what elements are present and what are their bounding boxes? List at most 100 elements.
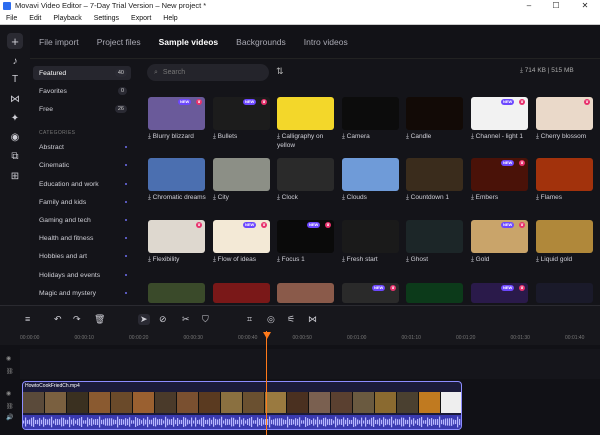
category-item[interactable]: Gaming and tech <box>33 213 131 227</box>
sample-video-thumbnail[interactable] <box>213 283 270 303</box>
text-icon[interactable]: T <box>7 71 23 87</box>
tab-sample-videos[interactable]: Sample videos <box>150 37 228 47</box>
waveform-bar <box>287 416 289 428</box>
category-featured[interactable]: Featured 40 <box>33 66 131 80</box>
waveform-bar <box>371 417 373 427</box>
tab-project-files[interactable]: Project files <box>88 37 150 47</box>
waveform-bar <box>351 419 353 425</box>
more-tools-icon[interactable]: ⊞ <box>7 168 23 184</box>
category-item[interactable]: Education and work <box>33 177 131 191</box>
category-item[interactable]: Hobbies and art <box>33 249 131 263</box>
category-item[interactable]: Abstract <box>33 140 131 154</box>
video-lock-icon[interactable]: ⛓ <box>6 403 14 410</box>
filters-icon[interactable]: ◉ <box>7 129 23 145</box>
waveform-bar <box>349 419 351 425</box>
new-badge: NEW <box>243 99 257 105</box>
maximize-icon[interactable]: ☐ <box>543 0 569 12</box>
ruler-tick-label: 00:01:40 <box>565 335 585 341</box>
category-favorites[interactable]: Favorites 0 <box>33 84 131 98</box>
effects-icon[interactable]: ✦ <box>7 110 23 126</box>
search-input[interactable]: ⌕ Search <box>147 64 269 81</box>
playhead[interactable] <box>266 331 267 435</box>
waveform-bar <box>145 419 147 425</box>
waveform-bar <box>361 417 363 427</box>
category-item[interactable]: Health and fitness <box>33 231 131 245</box>
select-tool-icon[interactable]: ➤ <box>138 314 150 325</box>
track-link-icon[interactable]: ⛓ <box>6 368 14 375</box>
cut-icon[interactable]: ✂ <box>182 314 190 325</box>
waveform-bar <box>399 419 401 425</box>
sample-video-thumbnail[interactable] <box>277 158 334 191</box>
thumbnail-label: ⤓ Embers <box>471 194 499 201</box>
timeline-ruler[interactable]: 00:00:00 00:00:10 00:00:20 00:00:30 00:00:40… <box>0 331 600 345</box>
empty-track[interactable] <box>20 349 600 379</box>
waveform-bar <box>297 418 299 426</box>
waveform-bar <box>277 418 279 426</box>
tab-file-import[interactable]: File import <box>30 37 88 47</box>
category-item[interactable]: Family and kids <box>33 195 131 209</box>
music-icon[interactable]: ♪ <box>7 53 23 69</box>
video-clip[interactable]: HowtoCookFriedCh.mp4 <box>22 381 462 430</box>
sample-video-thumbnail[interactable] <box>148 283 205 303</box>
menu-help[interactable]: Help <box>157 12 183 24</box>
menu-file[interactable]: File <box>0 12 23 24</box>
playhead-handle[interactable] <box>263 332 271 339</box>
tab-backgrounds[interactable]: Backgrounds <box>227 37 295 47</box>
sample-video-thumbnail[interactable] <box>277 283 334 303</box>
sample-video-thumbnail[interactable] <box>148 158 205 191</box>
thumbnail-label: ⤓ Candle <box>406 133 432 140</box>
sample-video-thumbnail[interactable] <box>406 158 463 191</box>
video-visibility-icon[interactable]: ◉ <box>6 390 11 397</box>
menu-edit[interactable]: Edit <box>23 12 47 24</box>
sort-icon[interactable]: ⇅ <box>276 66 284 77</box>
close-icon[interactable]: ✕ <box>572 0 598 12</box>
sample-video-thumbnail[interactable] <box>536 283 593 303</box>
add-icon[interactable]: + <box>7 33 23 49</box>
waveform-bar <box>43 417 45 427</box>
category-item[interactable]: Cinematic <box>33 158 131 172</box>
sample-video-thumbnail[interactable] <box>277 97 334 130</box>
sample-video-thumbnail[interactable] <box>406 220 463 253</box>
waveform-bar <box>251 416 253 428</box>
track-visibility-icon[interactable]: ◉ <box>6 355 11 362</box>
waveform-bar <box>113 419 115 425</box>
waveform-bar <box>105 418 107 426</box>
stickers-icon[interactable]: ⧉ <box>7 148 23 164</box>
delete-icon[interactable]: 🗑 <box>94 314 105 325</box>
menu-settings[interactable]: Settings <box>88 12 125 24</box>
thumbnail-label: ⤓ Clock <box>277 194 298 201</box>
sample-video-thumbnail[interactable] <box>406 97 463 130</box>
waveform-bar <box>117 416 119 428</box>
category-item[interactable]: Holidays and events <box>33 268 131 282</box>
sample-video-thumbnail[interactable] <box>342 220 399 253</box>
sample-video-thumbnail[interactable] <box>536 220 593 253</box>
waveform-bar <box>281 418 283 426</box>
adjust-icon[interactable]: ⚟ <box>287 314 295 325</box>
speed-icon[interactable]: ◎ <box>267 314 275 325</box>
tab-intro-videos[interactable]: Intro videos <box>295 37 357 47</box>
waveform-bar <box>405 419 407 425</box>
sample-video-thumbnail[interactable] <box>536 158 593 191</box>
sample-video-thumbnail[interactable] <box>342 158 399 191</box>
sample-video-thumbnail[interactable] <box>342 97 399 130</box>
category-item[interactable]: Magic and mystery <box>33 286 131 300</box>
sample-video-thumbnail[interactable] <box>406 283 463 303</box>
waveform-bar <box>31 417 33 427</box>
transition-tool-icon[interactable]: ⋈ <box>308 314 317 325</box>
ripple-icon[interactable]: ⊘ <box>159 314 167 325</box>
sample-video-thumbnail[interactable] <box>213 158 270 191</box>
track-settings-icon[interactable]: ≡ <box>25 314 30 324</box>
crop-icon[interactable]: ⌗ <box>247 314 252 325</box>
transitions-icon[interactable]: ⋈ <box>7 91 23 107</box>
marker-icon[interactable]: ⛉ <box>202 314 209 325</box>
minimize-icon[interactable]: – <box>516 0 542 12</box>
premium-crown-icon: ♛ <box>261 99 267 105</box>
category-free[interactable]: Free 26 <box>33 102 131 116</box>
undo-icon[interactable]: ↶ <box>54 314 62 325</box>
menu-export[interactable]: Export <box>125 12 157 24</box>
redo-icon[interactable]: ↷ <box>73 314 81 325</box>
waveform-bar <box>33 417 35 427</box>
menu-playback[interactable]: Playback <box>47 12 87 24</box>
volume-icon[interactable]: 🔊 <box>6 414 13 421</box>
thumbnail-label: ⤓ Countdown 1 <box>406 194 449 201</box>
